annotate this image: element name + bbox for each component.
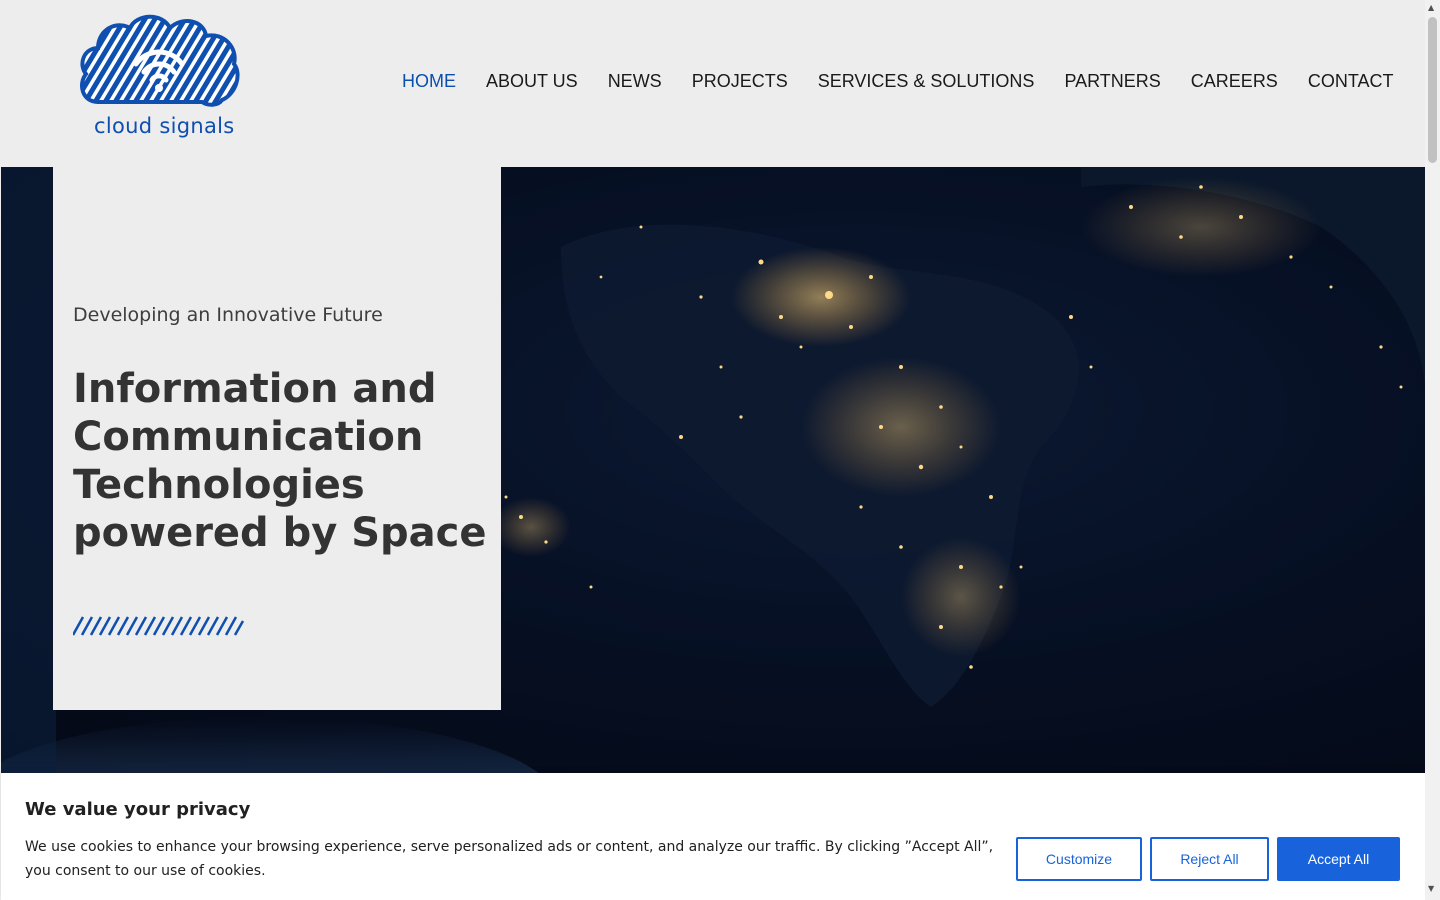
cookie-text: We use cookies to enhance your browsing … xyxy=(25,839,994,879)
cookie-banner: We value your privacy We use cookies to … xyxy=(1,773,1425,900)
scroll-down-icon[interactable]: ▼ xyxy=(1428,884,1434,893)
stripe-decoration xyxy=(73,616,245,636)
scroll-thumb[interactable] xyxy=(1428,17,1437,163)
page-scrollbar[interactable]: ▲ ▼ xyxy=(1425,0,1440,900)
nav-partners[interactable]: PARTNERS xyxy=(1064,70,1160,92)
logo[interactable]: cloud signals xyxy=(78,14,240,142)
hero-tagline: Developing an Innovative Future xyxy=(73,304,383,326)
nav-news[interactable]: NEWS xyxy=(608,70,662,92)
reject-all-button[interactable]: Reject All xyxy=(1150,837,1269,881)
nav-contact[interactable]: CONTACT xyxy=(1308,70,1394,92)
brand-name: cloud signals xyxy=(94,114,235,138)
accept-all-button[interactable]: Accept All xyxy=(1277,837,1400,881)
scroll-up-icon[interactable]: ▲ xyxy=(1428,3,1434,12)
nav-about-us[interactable]: ABOUT US xyxy=(486,70,578,92)
nav-projects[interactable]: PROJECTS xyxy=(692,70,788,92)
customize-button[interactable]: Customize xyxy=(1016,837,1142,881)
nav-careers[interactable]: CAREERS xyxy=(1191,70,1278,92)
cloud-wifi-logo-icon xyxy=(80,14,240,107)
site-header: cloud signals HOME ABOUT US NEWS PROJECT… xyxy=(0,0,1425,167)
cookie-title: We value your privacy xyxy=(25,799,251,820)
main-nav: HOME ABOUT US NEWS PROJECTS SERVICES & S… xyxy=(402,70,1394,92)
nav-services-solutions[interactable]: SERVICES & SOLUTIONS xyxy=(818,70,1035,92)
hero-card: Developing an Innovative Future Informat… xyxy=(53,167,501,710)
hero-headline: Information and Communication Technologi… xyxy=(73,366,487,556)
nav-home[interactable]: HOME xyxy=(402,70,456,92)
